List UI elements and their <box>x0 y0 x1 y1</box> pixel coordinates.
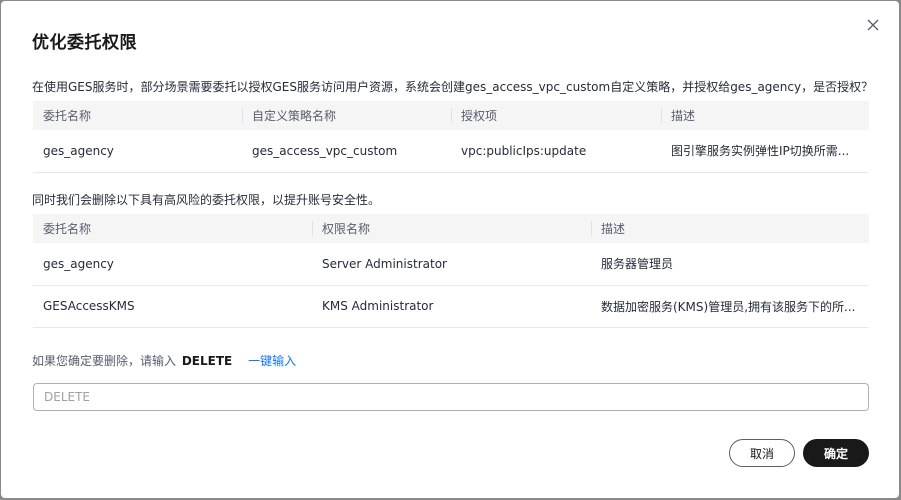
cell-authorization-item: vpc:publicIps:update <box>451 130 661 173</box>
delete-notice: 同时我们会删除以下具有高风险的委托权限，以提升账号安全性。 <box>32 193 381 207</box>
cell-custom-policy-name: ges_access_vpc_custom <box>242 130 451 173</box>
cell-permission-name: KMS Administrator <box>312 285 591 328</box>
optimize-delegation-dialog: 优化委托权限 在使用GES服务时，部分场景需要委托以授权GES服务访问用户资源，… <box>1 1 899 498</box>
column-header-permission-name: 权限名称 <box>312 214 591 243</box>
delete-confirm-input[interactable] <box>33 383 869 411</box>
table-row: ges_agency ges_access_vpc_custom vpc:pub… <box>33 130 869 173</box>
table-row: ges_agency Server Administrator 服务器管理员 <box>33 243 869 286</box>
table-header-row: 委托名称 自定义策略名称 授权项 描述 <box>33 101 869 130</box>
cell-agency-name: GESAccessKMS <box>33 285 312 328</box>
high-risk-permission-table: 委托名称 权限名称 描述 ges_agency Server Administr… <box>33 214 869 328</box>
cell-permission-name: Server Administrator <box>312 243 591 286</box>
confirm-keyword: DELETE <box>181 354 233 368</box>
cell-agency-name: ges_agency <box>33 243 312 286</box>
table-header-row: 委托名称 权限名称 描述 <box>33 214 869 243</box>
table-row: GESAccessKMS KMS Administrator 数据加密服务(KM… <box>33 285 869 328</box>
quick-fill-link[interactable]: 一键输入 <box>248 354 296 368</box>
column-header-agency-name: 委托名称 <box>33 101 242 130</box>
policy-table: 委托名称 自定义策略名称 授权项 描述 ges_agency ges_acces… <box>33 101 869 173</box>
cell-description: 服务器管理员 <box>591 243 869 286</box>
dialog-description: 在使用GES服务时，部分场景需要委托以授权GES服务访问用户资源，系统会创建ge… <box>32 80 874 94</box>
confirm-prompt-text: 如果您确定要删除，请输入 <box>32 354 177 368</box>
dialog-title: 优化委托权限 <box>32 33 137 53</box>
column-header-authorization-item: 授权项 <box>451 101 661 130</box>
cancel-button[interactable]: 取消 <box>729 439 795 467</box>
column-header-agency-name: 委托名称 <box>33 214 312 243</box>
column-header-description: 描述 <box>591 214 869 243</box>
cell-agency-name: ges_agency <box>33 130 242 173</box>
confirm-button[interactable]: 确定 <box>803 439 869 467</box>
column-header-description: 描述 <box>661 101 869 130</box>
close-icon[interactable] <box>863 15 883 35</box>
delete-confirm-prompt: 如果您确定要删除，请输入 DELETE 一键输入 <box>32 352 296 369</box>
cell-description: 图引擎服务实例弹性IP切换所需... <box>661 130 869 173</box>
cell-description: 数据加密服务(KMS)管理员,拥有该服务下的所... <box>591 285 869 328</box>
column-header-custom-policy-name: 自定义策略名称 <box>242 101 451 130</box>
